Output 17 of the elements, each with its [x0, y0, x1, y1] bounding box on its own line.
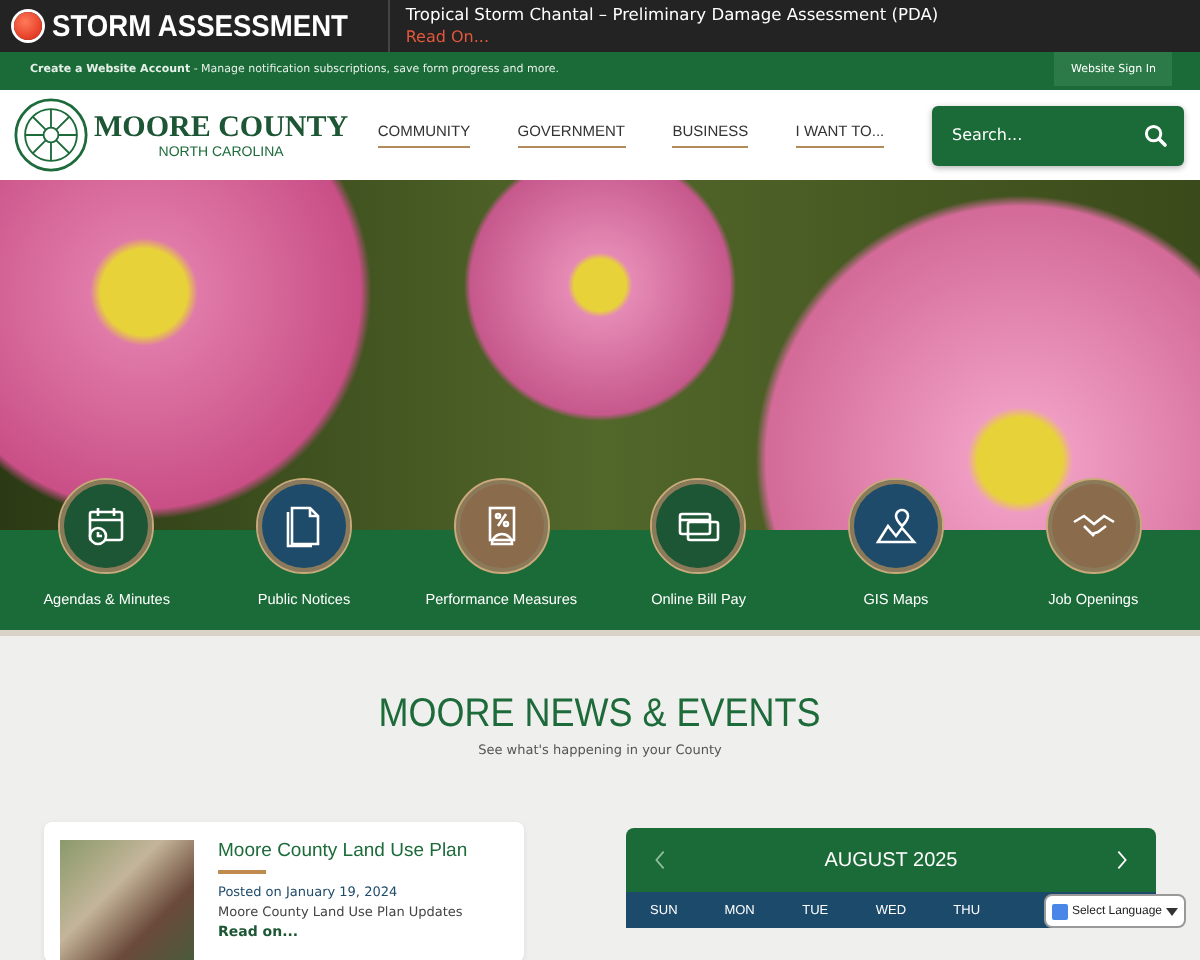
- search-field-box[interactable]: Search...: [932, 105, 1184, 165]
- search-field[interactable]: Search...: [948, 124, 1144, 146]
- caret-icon: [1166, 907, 1178, 915]
- section-heading: MOORE NEWS & EVENTS: [378, 692, 822, 738]
- next-month-icon[interactable]: [1115, 850, 1128, 870]
- search-icon[interactable]: [1144, 123, 1168, 147]
- previous-month-icon[interactable]: [654, 850, 666, 870]
- read-on-link[interactable]: Read On...: [405, 26, 939, 48]
- land-use-photo-placeholder: [60, 840, 194, 960]
- county-name[interactable]: MOORE COUNTY: [94, 111, 349, 145]
- alert-icon: [14, 12, 42, 40]
- news-title-link[interactable]: Moore County Land Use Plan: [218, 840, 468, 862]
- alert-headline: Tropical Storm Chantal – Preliminary Damage Assessment (PDA): [405, 4, 939, 26]
- month-title: AUGUST 2025: [824, 849, 958, 871]
- county-seal-icon[interactable]: [14, 98, 88, 172]
- translate-icon: [1051, 903, 1068, 919]
- alert-title: STORM ASSESSMENT: [52, 9, 348, 43]
